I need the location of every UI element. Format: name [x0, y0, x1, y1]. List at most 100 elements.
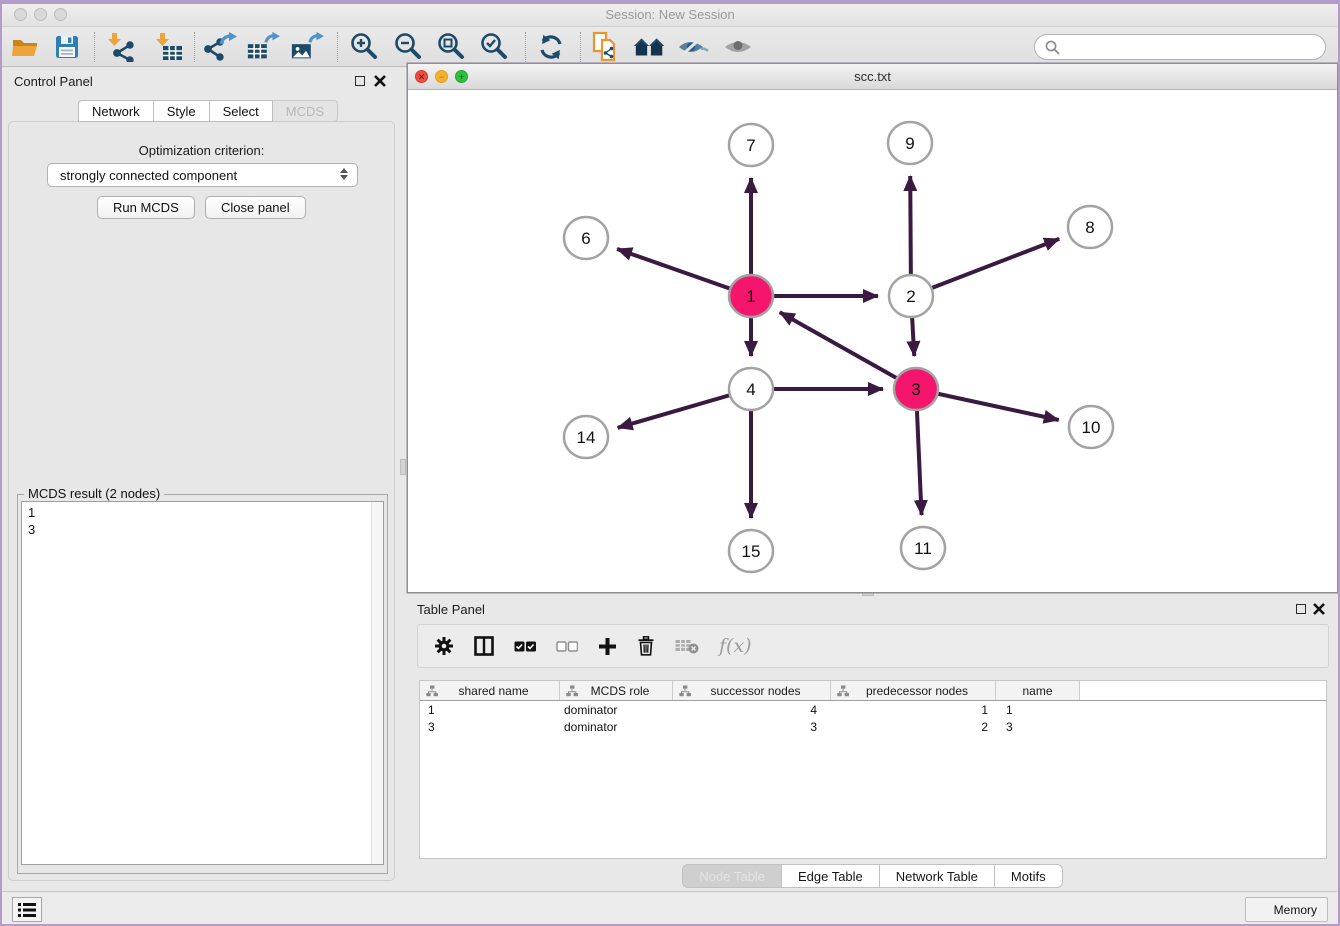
table-toolbar: f(x)	[417, 624, 1329, 668]
save-session-button[interactable]	[50, 31, 84, 63]
show-hidden-button[interactable]	[721, 31, 755, 63]
tab-motifs[interactable]: Motifs	[995, 864, 1063, 888]
zoom-in-button[interactable]	[347, 31, 381, 63]
table-panel-float-button[interactable]	[1296, 604, 1306, 614]
refresh-icon	[537, 33, 565, 61]
select-all-icon	[514, 641, 536, 652]
show-columns-button[interactable]	[474, 636, 494, 656]
list-icon	[18, 902, 36, 918]
optimization-criterion-label: Optimization criterion:	[9, 143, 394, 158]
delete-column-button[interactable]	[637, 636, 655, 656]
run-mcds-button[interactable]: Run MCDS	[97, 196, 195, 219]
graph-node-2[interactable]: 2	[889, 275, 933, 317]
control-panel-close-button[interactable]	[373, 74, 387, 88]
delete-table-button[interactable]	[675, 638, 699, 654]
search-icon	[1045, 40, 1060, 55]
vertical-splitter-handle[interactable]	[400, 459, 406, 475]
table-row[interactable]: 3 dominator 3 2 3	[420, 718, 1326, 735]
control-panel-float-button[interactable]	[355, 76, 365, 86]
network-window-titlebar[interactable]: ✕ − + scc.txt	[408, 64, 1337, 90]
column-header-shared-name[interactable]: shared name	[420, 681, 560, 700]
hierarchy-icon	[426, 685, 438, 697]
graph-node-1[interactable]: 1	[729, 275, 773, 317]
hide-selected-button[interactable]	[676, 31, 710, 63]
export-image-button[interactable]	[290, 31, 324, 63]
tab-node-table[interactable]: Node Table	[682, 864, 782, 888]
clone-network-icon	[592, 31, 622, 63]
graph-node-9[interactable]: 9	[888, 122, 932, 164]
column-header-successor-nodes[interactable]: successor nodes	[673, 681, 831, 700]
tab-network[interactable]: Network	[78, 100, 154, 122]
export-table-button[interactable]	[246, 31, 280, 63]
hierarchy-icon	[566, 685, 578, 697]
graph-node-label: 15	[742, 542, 761, 561]
table-row[interactable]: 1 dominator 4 1 1	[420, 701, 1326, 718]
graph-edge-3-1[interactable]	[780, 312, 916, 389]
add-column-button[interactable]	[598, 637, 617, 656]
open-file-button[interactable]	[8, 31, 42, 63]
deselect-all-icon	[556, 641, 578, 652]
close-panel-button[interactable]: Close panel	[205, 196, 306, 219]
export-network-button[interactable]	[203, 31, 237, 63]
graph-node-10[interactable]: 10	[1069, 406, 1113, 448]
tab-style[interactable]: Style	[154, 100, 210, 122]
criterion-select[interactable]: strongly connected component	[47, 163, 358, 187]
tab-mcds[interactable]: MCDS	[273, 100, 338, 122]
control-panel-header: Control Panel	[2, 67, 401, 97]
graph-node-label: 14	[577, 428, 596, 447]
graph-edge-2-8[interactable]	[911, 239, 1059, 296]
toolbar-separator	[525, 32, 526, 62]
network-graph[interactable]: 7 9 6 8 1 2 4 3 14 10 15 11	[408, 90, 1337, 592]
refresh-view-button[interactable]	[534, 31, 568, 63]
mcds-result-text[interactable]: 1 3	[21, 501, 384, 865]
table-tabs: Node Table Edge Table Network Table Moti…	[407, 864, 1338, 888]
select-stepper-icon	[340, 168, 348, 180]
graph-node-6[interactable]: 6	[564, 217, 608, 259]
zoom-selected-button[interactable]	[477, 31, 511, 63]
column-header-name[interactable]: name	[996, 681, 1080, 700]
status-bar: Memory	[2, 891, 1338, 924]
hierarchy-icon	[837, 685, 849, 697]
column-header-mcds-role[interactable]: MCDS role	[560, 681, 673, 700]
tab-select[interactable]: Select	[210, 100, 273, 122]
zoom-fit-button[interactable]	[434, 31, 468, 63]
graph-node-4[interactable]: 4	[729, 368, 773, 410]
table-panel-title: Table Panel	[417, 602, 485, 617]
mcds-result-box: MCDS result (2 nodes) 1 3	[17, 494, 388, 874]
graph-node-label: 8	[1085, 218, 1094, 237]
import-table-button[interactable]	[151, 31, 185, 63]
graph-node-3[interactable]: 3	[894, 368, 938, 410]
memory-button[interactable]: Memory	[1245, 897, 1328, 922]
function-builder-button[interactable]: f(x)	[719, 635, 752, 657]
graph-node-14[interactable]: 14	[564, 416, 608, 458]
deselect-all-button[interactable]	[556, 641, 578, 652]
mcds-panel: Optimization criterion: strongly connect…	[8, 121, 395, 881]
eye-icon	[722, 35, 754, 59]
import-network-button[interactable]	[103, 31, 137, 63]
graph-node-11[interactable]: 11	[901, 527, 945, 569]
export-table-icon	[246, 32, 280, 62]
import-table-icon	[152, 32, 184, 62]
first-neighbors-button[interactable]	[633, 31, 667, 63]
table-panel-close-button[interactable]	[1312, 602, 1326, 616]
tab-network-table[interactable]: Network Table	[880, 864, 995, 888]
import-network-icon	[104, 32, 136, 62]
search-input[interactable]	[1066, 40, 1315, 55]
graph-node-8[interactable]: 8	[1068, 206, 1112, 248]
network-window: ✕ − + scc.txt 7 9 6 8 1 2 4 3 14 10 15 11	[407, 63, 1338, 593]
column-header-predecessor-nodes[interactable]: predecessor nodes	[831, 681, 996, 700]
zoom-out-button[interactable]	[391, 31, 425, 63]
window-titlebar: Session: New Session	[2, 4, 1338, 27]
result-scrollbar[interactable]	[371, 502, 383, 864]
graph-node-7[interactable]: 7	[729, 124, 773, 166]
edge-layer	[617, 176, 1059, 518]
task-history-button[interactable]	[12, 897, 42, 922]
graph-node-label: 4	[746, 380, 755, 399]
tab-edge-table[interactable]: Edge Table	[782, 864, 880, 888]
table-settings-button[interactable]	[434, 636, 454, 656]
zoom-selected-icon	[479, 32, 509, 62]
select-all-button[interactable]	[514, 641, 536, 652]
clone-network-button[interactable]	[590, 31, 624, 63]
graph-node-15[interactable]: 15	[729, 530, 773, 572]
zoom-out-icon	[393, 32, 423, 62]
